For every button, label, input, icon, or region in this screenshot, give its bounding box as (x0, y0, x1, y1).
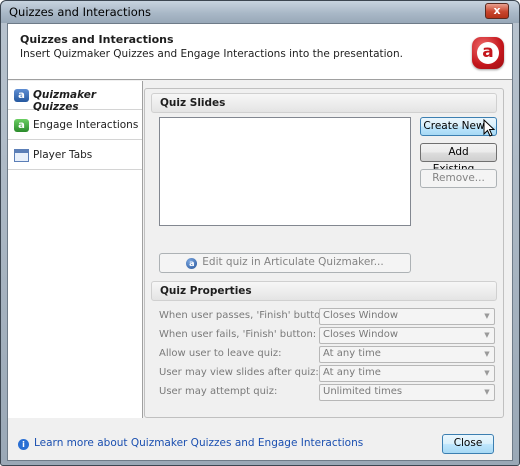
header-subtitle: Insert Quizmaker Quizzes and Engage Inte… (20, 48, 403, 60)
finish-fail-select[interactable]: Closes Window ▼ (319, 327, 495, 344)
property-row-fails: When user fails, 'Finish' button: Closes… (159, 327, 495, 344)
mouse-pointer-icon (483, 119, 495, 137)
chevron-down-icon: ▼ (484, 350, 490, 358)
quizmaker-icon: a (14, 89, 29, 102)
property-row-leave: Allow user to leave quiz: At any time ▼ (159, 346, 495, 363)
chevron-down-icon: ▼ (484, 331, 490, 339)
property-label: When user fails, 'Finish' button: (159, 329, 317, 340)
info-icon: i (18, 439, 29, 450)
logo-letter: a (477, 42, 499, 64)
learn-more-label: Learn more about Quizmaker Quizzes and E… (34, 437, 364, 449)
sidebar-item-label: Player Tabs (33, 149, 93, 161)
select-value: Closes Window (323, 310, 399, 321)
property-row-passes: When user passes, 'Finish' button: Close… (159, 308, 495, 325)
quiz-slides-title: Quiz Slides (160, 97, 226, 109)
select-value: At any time (323, 367, 381, 378)
engage-icon: a (14, 119, 29, 132)
property-row-attempts: User may attempt quiz: Unlimited times ▼ (159, 384, 495, 401)
quiz-properties-title: Quiz Properties (160, 285, 252, 297)
quiz-slides-list[interactable] (159, 117, 411, 226)
dialog-client: Quizzes and Interactions Insert Quizmake… (7, 23, 513, 461)
sidebar: a Quizmaker Quizzes a Engage Interaction… (8, 81, 143, 418)
select-value: Unlimited times (323, 386, 403, 397)
attempts-select[interactable]: Unlimited times ▼ (319, 384, 495, 401)
select-value: At any time (323, 348, 381, 359)
property-label: When user passes, 'Finish' button: (159, 310, 330, 321)
close-icon: x (493, 4, 501, 17)
property-label: User may view slides after quiz: (159, 367, 319, 378)
edit-quiz-label: Edit quiz in Articulate Quizmaker... (202, 256, 384, 268)
property-label: User may attempt quiz: (159, 386, 278, 397)
finish-pass-select[interactable]: Closes Window ▼ (319, 308, 495, 325)
articulate-logo-icon: a (472, 37, 504, 69)
chevron-down-icon: ▼ (484, 369, 490, 377)
view-slides-select[interactable]: At any time ▼ (319, 365, 495, 382)
close-button[interactable]: Close (442, 434, 494, 454)
quiz-properties-header: Quiz Properties (151, 281, 497, 301)
property-row-view-slides: User may view slides after quiz: At any … (159, 365, 495, 382)
add-existing-button[interactable]: Add Existing... (420, 143, 497, 175)
sidebar-item-label: Engage Interactions (33, 119, 139, 131)
dialog-header: Quizzes and Interactions Insert Quizmake… (8, 24, 512, 80)
learn-more-link[interactable]: i Learn more about Quizmaker Quizzes and … (18, 437, 363, 450)
sidebar-item-player-tabs[interactable]: Player Tabs (8, 141, 142, 170)
property-label: Allow user to leave quiz: (159, 348, 282, 359)
quizmaker-small-icon: a (186, 258, 198, 269)
chevron-down-icon: ▼ (484, 388, 490, 396)
window-title: Quizzes and Interactions (9, 5, 152, 19)
quiz-slides-header: Quiz Slides (151, 93, 497, 113)
window-close-button[interactable]: x (485, 3, 509, 19)
sidebar-item-label: Quizmaker Quizzes (33, 89, 97, 113)
sidebar-item-quizmaker-quizzes[interactable]: a Quizmaker Quizzes (8, 81, 142, 113)
quizzes-panel: Quiz Slides Create New... Add Existing..… (144, 88, 504, 418)
title-bar[interactable]: Quizzes and Interactions x (1, 1, 519, 23)
edit-quiz-button[interactable]: a Edit quiz in Articulate Quizmaker... (159, 253, 411, 273)
header-title: Quizzes and Interactions (20, 33, 174, 46)
chevron-down-icon: ▼ (484, 312, 490, 320)
leave-quiz-select[interactable]: At any time ▼ (319, 346, 495, 363)
remove-button[interactable]: Remove... (420, 169, 497, 188)
dialog-window: Quizzes and Interactions x Quizzes and I… (0, 0, 520, 466)
player-tabs-icon (14, 149, 29, 162)
select-value: Closes Window (323, 329, 399, 340)
sidebar-item-engage-interactions[interactable]: a Engage Interactions (8, 111, 142, 140)
